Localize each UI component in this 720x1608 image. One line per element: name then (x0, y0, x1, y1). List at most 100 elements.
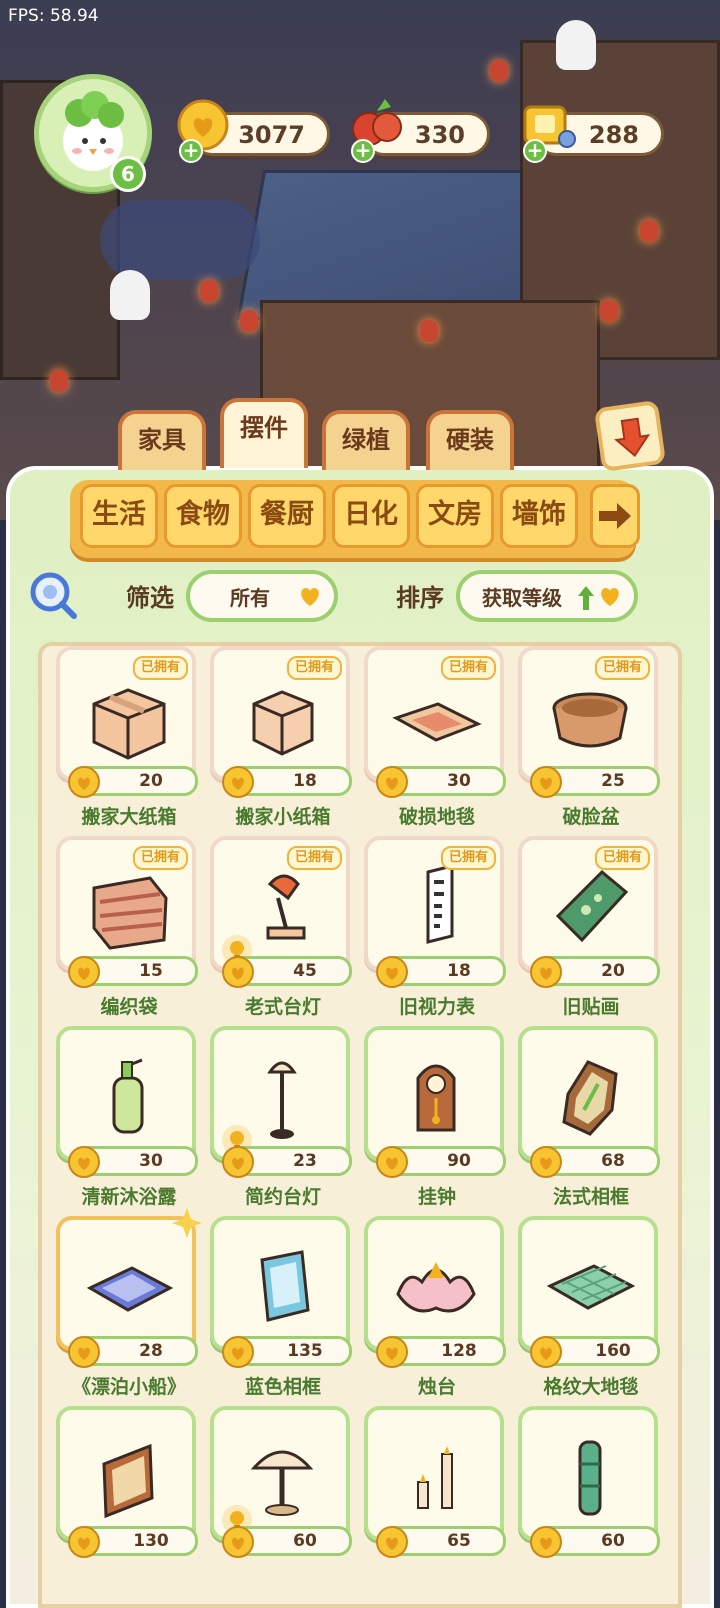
price-value: 18 (447, 961, 471, 981)
ticket-value: 288 (588, 121, 639, 149)
price-tag[interactable]: 18 (222, 766, 352, 798)
item-card[interactable]: 已拥有 (364, 646, 504, 781)
price-tag[interactable]: 65 (376, 1526, 506, 1558)
tab-plants[interactable]: 绿植 (322, 410, 410, 470)
heart-coin-icon (222, 1146, 254, 1178)
snowman (110, 270, 150, 320)
price-tag[interactable]: 130 (68, 1526, 198, 1558)
vegetable-counter[interactable]: + 330 (351, 99, 490, 163)
subtab-toiletries[interactable]: 日化 (332, 484, 410, 548)
price-tag[interactable]: 18 (376, 956, 506, 988)
subtab-wall-decor[interactable]: 墙饰 (500, 484, 578, 548)
price-tag[interactable]: 30 (68, 1146, 198, 1178)
item-name: 老式台灯 (244, 996, 321, 1018)
price-tag[interactable]: 128 (376, 1336, 506, 1368)
filter-label: 筛选 (126, 584, 174, 612)
lantern (490, 60, 508, 82)
price-value: 18 (293, 771, 317, 791)
heart-coin-icon (222, 1526, 254, 1558)
price-tag[interactable]: 15 (68, 956, 198, 988)
subtab-life[interactable]: 生活 (80, 484, 158, 548)
subtab-kitchen[interactable]: 餐厨 (248, 484, 326, 548)
item-name: 破脸盆 (562, 806, 620, 828)
item-card[interactable] (210, 1406, 350, 1541)
subtab-food[interactable]: 食物 (164, 484, 242, 548)
price-tag[interactable]: 160 (530, 1336, 660, 1368)
item-card[interactable] (210, 1026, 350, 1161)
price-tag[interactable]: 23 (222, 1146, 352, 1178)
price-tag[interactable]: 28 (68, 1336, 198, 1368)
frame-leaf-icon (562, 1060, 618, 1136)
price-tag[interactable]: 60 (530, 1526, 660, 1558)
price-tag[interactable]: 20 (68, 766, 198, 798)
item-card[interactable] (56, 1208, 202, 1351)
price-value: 130 (133, 1531, 169, 1551)
tab-furniture[interactable]: 家具 (118, 410, 206, 470)
item-card[interactable]: 已拥有 (518, 836, 658, 971)
item-card[interactable]: 已拥有 (210, 836, 350, 971)
lantern (640, 220, 658, 242)
item-card[interactable]: 已拥有 (518, 646, 658, 781)
price-tag[interactable]: 30 (376, 766, 506, 798)
item-name: 破损地毯 (398, 806, 475, 828)
heart-coin-icon (376, 1526, 408, 1558)
price-value: 28 (139, 1341, 163, 1361)
price-tag[interactable]: 135 (222, 1336, 352, 1368)
item-card[interactable]: 已拥有 (364, 836, 504, 971)
filter-dropdown[interactable]: 所有 (186, 570, 338, 622)
vegetable-value: 330 (414, 121, 465, 149)
ticket-counter[interactable]: + 288 (523, 105, 664, 163)
price-tag[interactable]: 60 (222, 1526, 352, 1558)
item-name: 编织袋 (100, 996, 158, 1018)
fps-counter: FPS: 58.94 (8, 6, 99, 26)
item-card[interactable] (364, 1406, 504, 1541)
price-value: 135 (287, 1341, 323, 1361)
lantern (50, 370, 68, 392)
price-tag[interactable]: 45 (222, 956, 352, 988)
item-card[interactable] (56, 1406, 196, 1541)
item-name: 搬家大纸箱 (81, 806, 177, 828)
search-icon (30, 572, 77, 619)
item-card[interactable] (364, 1026, 504, 1161)
subtab-next-button[interactable] (590, 484, 640, 548)
lantern (240, 310, 258, 332)
item-name: 格纹大地毯 (543, 1376, 639, 1398)
rug-icon (392, 702, 482, 742)
price-tag[interactable]: 25 (530, 766, 660, 798)
item-card[interactable]: 已拥有 (56, 646, 196, 781)
add-vegetable-icon[interactable]: + (351, 139, 375, 163)
sort-dropdown[interactable]: 获取等级 (456, 570, 638, 622)
add-coin-icon[interactable]: + (179, 139, 203, 163)
lantern (600, 300, 618, 322)
price-tag[interactable]: 68 (530, 1146, 660, 1178)
item-card[interactable] (518, 1216, 658, 1351)
candle-flower-icon (396, 1262, 476, 1313)
coin-counter[interactable]: + 3077 (177, 99, 330, 163)
filter-value: 所有 (230, 586, 270, 610)
hedge (100, 200, 260, 280)
owned-badge: 已拥有 (440, 656, 496, 680)
owned-badge: 已拥有 (286, 846, 342, 870)
search-button[interactable] (28, 570, 80, 622)
item-card[interactable]: 已拥有 (210, 646, 350, 781)
price-value: 20 (139, 771, 163, 791)
heart-coin-icon (530, 1146, 562, 1178)
item-card[interactable] (518, 1406, 658, 1541)
item-card[interactable]: 已拥有 (56, 836, 196, 971)
item-card[interactable] (56, 1026, 196, 1161)
tab-hardware[interactable]: 硬装 (426, 410, 514, 470)
tab-decor[interactable]: 摆件 (220, 398, 308, 468)
add-ticket-icon[interactable]: + (523, 139, 547, 163)
price-value: 65 (447, 1531, 471, 1551)
price-tag[interactable]: 90 (376, 1146, 506, 1178)
price-tag[interactable]: 20 (530, 956, 660, 988)
subtab-stationery[interactable]: 文房 (416, 484, 494, 548)
item-card[interactable] (364, 1216, 504, 1351)
heart-coin-icon (530, 1526, 562, 1558)
item-card[interactable] (210, 1216, 350, 1351)
collapse-panel-button[interactable] (593, 399, 667, 473)
price-value: 90 (447, 1151, 471, 1171)
item-card[interactable] (518, 1026, 658, 1161)
big-box-icon (92, 688, 166, 760)
item-name: 旧视力表 (398, 996, 475, 1018)
